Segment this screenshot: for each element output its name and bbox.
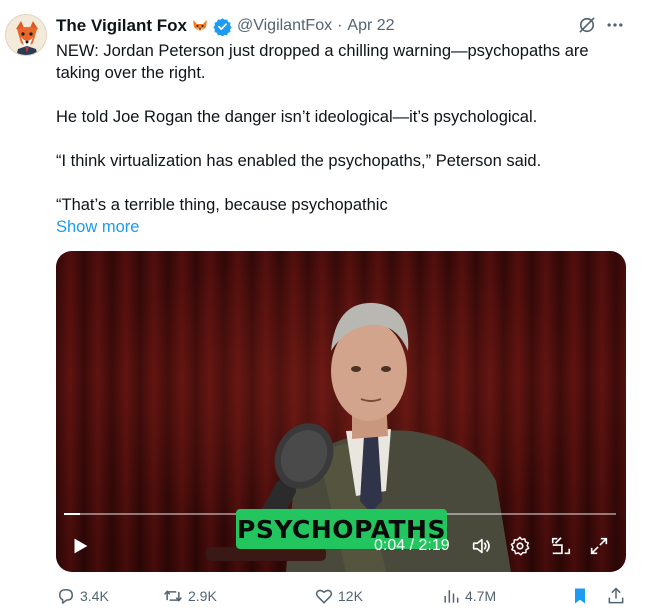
repost-icon bbox=[164, 590, 182, 602]
bookmark-button[interactable] bbox=[570, 584, 594, 608]
tweet-header: The Vigilant Fox @VigilantFox · Apr 22 bbox=[56, 14, 395, 38]
bookmark-icon bbox=[575, 588, 585, 604]
tweet-date[interactable]: Apr 22 bbox=[347, 17, 394, 35]
share-button[interactable] bbox=[606, 584, 630, 608]
play-icon[interactable] bbox=[69, 535, 91, 557]
show-more-link[interactable]: Show more bbox=[56, 216, 139, 238]
video-progress-fill bbox=[64, 513, 80, 515]
video-time: 0:04 / 2:19 bbox=[374, 537, 450, 554]
tweet-text-paragraph: “That’s a terrible thing, because psycho… bbox=[56, 196, 388, 214]
tweet-text-paragraph: “I think virtualization has enabled the … bbox=[56, 152, 542, 170]
repost-count: 2.9K bbox=[188, 588, 217, 604]
reply-count: 3.4K bbox=[80, 588, 109, 604]
verified-badge-icon[interactable] bbox=[213, 17, 232, 36]
grok-icon[interactable] bbox=[577, 15, 597, 35]
more-icon[interactable] bbox=[604, 15, 626, 35]
settings-icon[interactable] bbox=[509, 535, 531, 557]
volume-icon[interactable] bbox=[470, 535, 492, 557]
like-count: 12K bbox=[338, 588, 363, 604]
views-button[interactable]: 4.7M bbox=[441, 584, 496, 608]
like-button[interactable]: 12K bbox=[314, 584, 363, 608]
author-handle[interactable]: @VigilantFox bbox=[237, 17, 332, 35]
tweet-actions: 3.4K 2.9K 12K 4.7M bbox=[56, 584, 626, 608]
minimize-icon[interactable] bbox=[550, 535, 572, 557]
author-name[interactable]: The Vigilant Fox bbox=[56, 16, 187, 36]
fox-avatar-icon bbox=[6, 15, 46, 55]
like-icon bbox=[315, 589, 333, 604]
tweet[interactable]: The Vigilant Fox @VigilantFox · Apr 22 N… bbox=[0, 0, 646, 615]
views-count: 4.7M bbox=[465, 588, 497, 604]
video-player[interactable]: PSYCHOPATHS 0:04 / 2:19 bbox=[56, 251, 626, 572]
reply-button[interactable]: 3.4K bbox=[56, 584, 109, 608]
repost-button[interactable]: 2.9K bbox=[162, 584, 217, 608]
views-icon bbox=[444, 590, 459, 603]
tweet-text-paragraph: NEW: Jordan Peterson just dropped a chil… bbox=[56, 42, 589, 82]
tweet-text-paragraph: He told Joe Rogan the danger isn’t ideol… bbox=[56, 108, 538, 126]
fox-emoji-icon bbox=[191, 17, 209, 35]
header-separator: · bbox=[337, 17, 343, 34]
reply-icon bbox=[59, 589, 73, 604]
share-icon bbox=[608, 587, 624, 604]
fullscreen-icon[interactable] bbox=[588, 535, 610, 557]
avatar[interactable] bbox=[5, 14, 47, 56]
